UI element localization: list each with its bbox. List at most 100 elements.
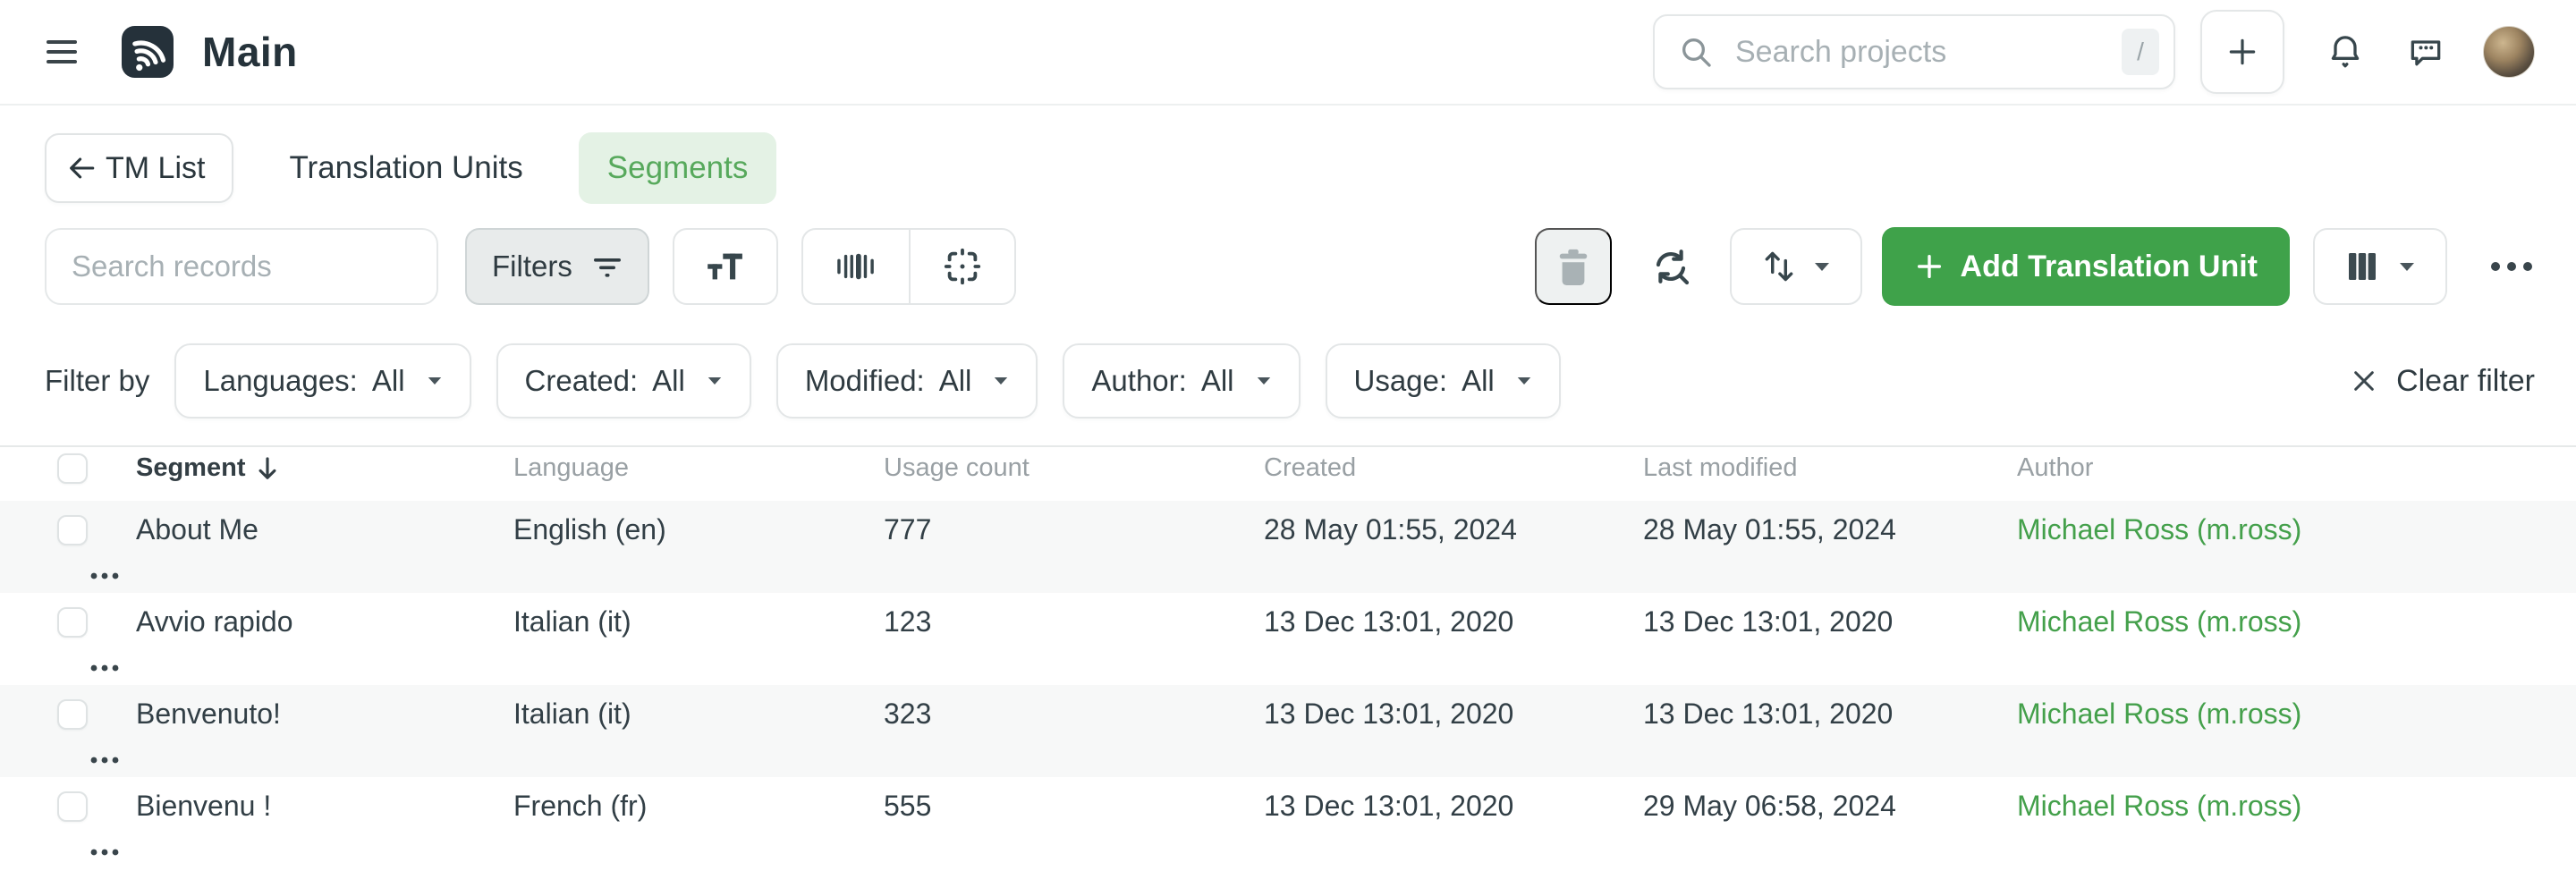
column-header-language[interactable]: Language (513, 453, 884, 483)
text-size-icon (706, 250, 745, 283)
chevron-down-icon (2398, 261, 2416, 273)
table-row[interactable]: Avvio rapido Italian (it) 123 13 Dec 13:… (0, 593, 2576, 685)
filter-label: Created: (525, 364, 639, 398)
frame-view-button[interactable] (909, 230, 1014, 303)
column-header-created[interactable]: Created (1264, 453, 1643, 483)
row-checkbox[interactable] (57, 791, 88, 822)
feedback-chat-icon[interactable] (2406, 32, 2445, 72)
menu-icon[interactable] (45, 37, 82, 67)
sort-order-button[interactable] (1730, 228, 1862, 305)
language-cell: English (en) (513, 513, 884, 546)
language-cell: French (fr) (513, 790, 884, 823)
filter-languages-dropdown[interactable]: Languages: All (174, 343, 470, 419)
sort-arrows-icon (1761, 248, 1797, 285)
table-header-row: Segment Language Usage count Created Las… (0, 447, 2576, 501)
plus-icon (1914, 251, 1945, 282)
segment-cell: Benvenuto! (136, 698, 513, 731)
records-search-input[interactable] (45, 228, 438, 305)
back-button-label: TM List (106, 151, 205, 186)
tab-segments[interactable]: Segments (579, 132, 777, 204)
segment-cell: Avvio rapido (136, 605, 513, 638)
create-project-button[interactable] (2200, 10, 2284, 94)
barcode-view-button[interactable] (803, 230, 909, 303)
topbar: Main / (0, 0, 2576, 106)
filter-usage-dropdown[interactable]: Usage: All (1326, 343, 1561, 419)
project-search-box[interactable]: / (1653, 14, 2175, 89)
created-cell: 13 Dec 13:01, 2020 (1264, 605, 1643, 638)
columns-visibility-button[interactable] (2313, 228, 2447, 305)
usage-count-cell: 123 (884, 605, 1264, 638)
row-actions-icon[interactable] (89, 664, 136, 672)
plus-icon (2225, 35, 2259, 69)
back-to-tm-list-button[interactable]: TM List (45, 133, 233, 203)
notifications-bell-icon[interactable] (2326, 32, 2365, 72)
column-header-segment[interactable]: Segment (136, 453, 513, 483)
close-icon (2350, 367, 2378, 395)
filter-label: Author: (1091, 364, 1186, 398)
filter-value: All (1462, 364, 1495, 398)
chevron-down-icon (1516, 376, 1532, 386)
usage-count-cell: 777 (884, 513, 1264, 546)
page-title: Main (202, 28, 298, 76)
column-header-last-modified[interactable]: Last modified (1643, 453, 2017, 483)
add-translation-unit-button[interactable]: Add Translation Unit (1882, 227, 2290, 306)
keyboard-shortcut-badge: / (2122, 29, 2159, 75)
author-link[interactable]: Michael Ross (m.ross) (2017, 698, 2428, 731)
chevron-down-icon (993, 376, 1009, 386)
filter-value: All (939, 364, 972, 398)
table-row[interactable]: Bienvenu ! French (fr) 555 13 Dec 13:01,… (0, 777, 2576, 869)
row-actions-icon[interactable] (89, 848, 136, 857)
table-row[interactable]: Benvenuto! Italian (it) 323 13 Dec 13:01… (0, 685, 2576, 777)
language-cell: Italian (it) (513, 605, 884, 638)
table-body: About Me English (en) 777 28 May 01:55, … (0, 501, 2576, 869)
arrow-left-icon (66, 153, 97, 183)
row-actions-icon[interactable] (89, 571, 136, 580)
filters-button[interactable]: Filters (465, 228, 649, 305)
segments-toolbar: Filters (45, 227, 2535, 306)
segments-table: Segment Language Usage count Created Las… (0, 445, 2576, 869)
row-checkbox[interactable] (57, 607, 88, 638)
filter-value: All (652, 364, 685, 398)
created-cell: 28 May 01:55, 2024 (1264, 513, 1643, 546)
row-checkbox[interactable] (57, 699, 88, 730)
created-cell: 13 Dec 13:01, 2020 (1264, 698, 1643, 731)
select-all-checkbox[interactable] (57, 453, 88, 484)
chevron-down-icon (1256, 376, 1272, 386)
delete-selected-button[interactable] (1535, 228, 1612, 305)
row-checkbox[interactable] (57, 515, 88, 545)
table-row[interactable]: About Me English (en) 777 28 May 01:55, … (0, 501, 2576, 593)
filter-modified-dropdown[interactable]: Modified: All (776, 343, 1038, 419)
column-header-author[interactable]: Author (2017, 453, 2428, 483)
filter-by-label: Filter by (45, 364, 149, 398)
text-case-button[interactable] (673, 228, 778, 305)
search-icon (1678, 34, 1714, 70)
filter-label: Languages: (203, 364, 358, 398)
add-button-label: Add Translation Unit (1961, 249, 2258, 284)
project-search-input[interactable] (1735, 35, 2122, 70)
author-link[interactable]: Michael Ross (m.ross) (2017, 790, 2428, 823)
filter-created-dropdown[interactable]: Created: All (496, 343, 751, 419)
refresh-icon[interactable] (1649, 245, 1692, 288)
chevron-down-icon (427, 376, 443, 386)
row-actions-icon[interactable] (89, 756, 136, 765)
trash-icon (1555, 246, 1592, 287)
chevron-down-icon (707, 376, 723, 386)
column-header-usage-count[interactable]: Usage count (884, 453, 1264, 483)
app-logo-icon[interactable] (122, 26, 174, 78)
filters-button-label: Filters (492, 249, 572, 283)
columns-icon (2344, 249, 2380, 284)
usage-count-cell: 555 (884, 790, 1264, 823)
sort-descending-icon (256, 455, 279, 482)
language-cell: Italian (it) (513, 698, 884, 731)
filter-author-dropdown[interactable]: Author: All (1063, 343, 1300, 419)
tab-translation-units[interactable]: Translation Units (289, 150, 522, 186)
segment-cell: About Me (136, 513, 513, 546)
view-mode-button-group (801, 228, 1016, 305)
clear-filter-button[interactable]: Clear filter (2350, 364, 2535, 399)
filter-bar: Filter by Languages: All Created: All Mo… (45, 343, 2535, 419)
more-options-icon[interactable] (2488, 260, 2535, 273)
author-link[interactable]: Michael Ross (m.ross) (2017, 605, 2428, 638)
user-avatar[interactable] (2483, 26, 2535, 78)
chevron-down-icon (1813, 261, 1831, 273)
author-link[interactable]: Michael Ross (m.ross) (2017, 513, 2428, 546)
